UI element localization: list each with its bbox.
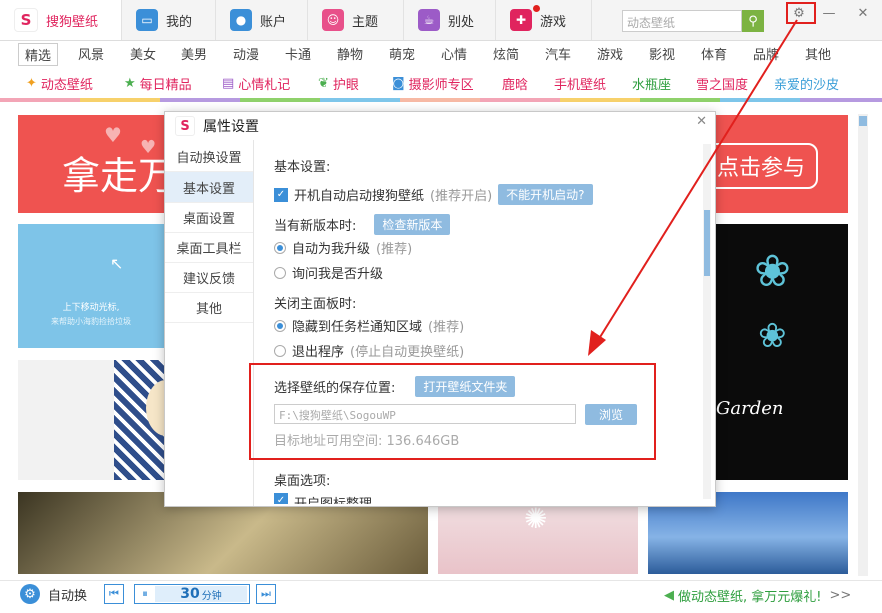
arrow-head	[588, 330, 606, 356]
interval-value: 30	[180, 586, 200, 602]
skip-back-icon: ⏮	[109, 587, 119, 600]
gear-icon: ⚙	[20, 584, 40, 604]
annotation-arrow	[588, 19, 798, 356]
promo-link[interactable]: ◀ 做动态壁纸, 拿万元爆礼! >>	[664, 586, 851, 605]
auto-switch-toggle[interactable]: ⚙ 自动换	[20, 584, 87, 604]
skip-forward-icon: ⏭	[261, 587, 271, 600]
play-circle-icon: ◀	[664, 588, 674, 603]
more-arrow: >>	[829, 588, 852, 603]
next-button[interactable]: ⏭	[256, 584, 276, 604]
pause-icon[interactable]: ⏸	[135, 587, 155, 601]
promo-text: 做动态壁纸, 拿万元爆礼!	[678, 590, 822, 605]
interval-display: 30 分钟	[155, 586, 247, 602]
interval-control[interactable]: ⏸ 30 分钟	[134, 584, 250, 604]
previous-button[interactable]: ⏮	[104, 584, 124, 604]
interval-unit: 分钟	[201, 590, 222, 602]
auto-switch-label: 自动换	[48, 588, 88, 604]
arrow-line	[596, 19, 798, 343]
